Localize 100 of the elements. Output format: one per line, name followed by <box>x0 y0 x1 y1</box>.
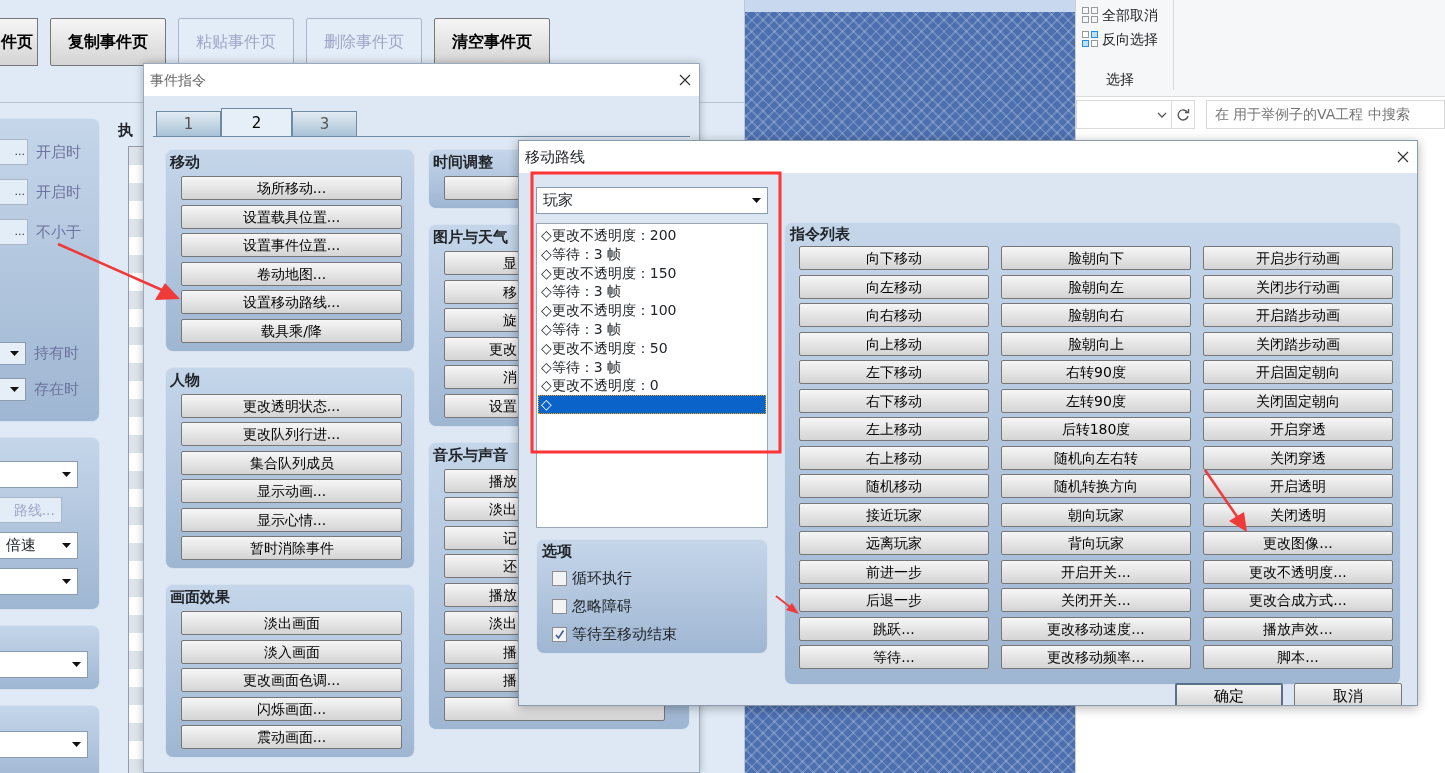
command-button[interactable]: 场所移动... <box>181 176 402 200</box>
command-button[interactable]: 还 <box>444 554 519 578</box>
route-item[interactable]: ◇ <box>538 395 766 414</box>
route-item[interactable]: ◇更改不透明度：150 <box>538 263 766 283</box>
command-button[interactable]: 播 <box>444 639 519 664</box>
command-button[interactable]: 脸朝向下 <box>1001 246 1191 270</box>
ok-button[interactable]: 确定 <box>1175 683 1283 705</box>
page-button[interactable]: 清空事件页 <box>434 18 550 66</box>
command-button[interactable]: 更改移动速度... <box>1001 616 1191 641</box>
ribbon-button[interactable]: 全部取消 <box>1102 4 1158 26</box>
command-button[interactable]: 开启固定朝向 <box>1203 360 1393 384</box>
command-button[interactable]: 开启步行动画 <box>1203 246 1393 270</box>
command-button[interactable]: 更改透明状态... <box>181 393 402 418</box>
command-button[interactable]: 更改移动频率... <box>1001 645 1191 669</box>
route-item[interactable]: ◇等待：3 帧 <box>538 282 766 302</box>
route-item[interactable]: ◇等待：3 帧 <box>538 357 766 377</box>
dropdown[interactable] <box>0 378 26 401</box>
ribbon-button[interactable]: 反向选择 <box>1102 28 1158 50</box>
command-button[interactable]: 闪烁画面... <box>181 696 402 721</box>
refresh-button[interactable] <box>1171 100 1195 129</box>
command-button[interactable]: 右转90度 <box>1001 360 1191 384</box>
command-button[interactable]: 向左移动 <box>799 274 989 299</box>
tab[interactable]: 3 <box>292 111 357 136</box>
command-button[interactable]: 朝向玩家 <box>1001 502 1191 527</box>
command-button[interactable]: 关闭固定朝向 <box>1203 388 1393 413</box>
command-button[interactable]: 向右移动 <box>799 303 989 327</box>
checkbox[interactable] <box>552 570 567 586</box>
command-button[interactable]: 淡出 <box>444 611 519 635</box>
command-button[interactable]: 关闭踏步动画 <box>1203 331 1393 356</box>
command-button[interactable]: 播放声效... <box>1203 616 1393 641</box>
command-button[interactable]: 后退一步 <box>799 588 989 612</box>
dropdown[interactable]: 倍速 <box>0 532 78 559</box>
command-button[interactable]: 开启踏步动画 <box>1203 303 1393 327</box>
command-button[interactable]: 等待... <box>799 645 989 669</box>
command-button[interactable]: 消 <box>444 365 519 389</box>
command-button[interactable]: 关闭开关... <box>1001 588 1191 612</box>
command-button[interactable]: 向下移动 <box>799 246 989 270</box>
dropdown[interactable] <box>0 342 26 365</box>
command-button[interactable]: 卷动地图... <box>181 261 402 286</box>
command-button[interactable]: 设置载具位置... <box>181 204 402 229</box>
command-button[interactable]: 设置事件位置... <box>181 233 402 257</box>
route-item[interactable]: ◇等待：3 帧 <box>538 320 766 339</box>
command-button[interactable]: 关闭透明 <box>1203 502 1393 527</box>
command-button[interactable]: 淡出 <box>444 497 519 521</box>
command-button[interactable]: 后转180度 <box>1001 417 1191 441</box>
tab[interactable]: 2 <box>221 108 292 136</box>
command-button[interactable]: 暂时消除事件 <box>181 536 402 560</box>
page-button[interactable]: 复制事件页 <box>50 18 166 66</box>
checkbox[interactable] <box>552 598 567 614</box>
command-button[interactable]: 更改 <box>444 336 519 361</box>
command-button[interactable]: 开启穿透 <box>1203 417 1393 441</box>
command-button[interactable]: 右下移动 <box>799 388 989 413</box>
command-button[interactable]: 更改图像... <box>1203 531 1393 555</box>
command-button[interactable]: 旋 <box>444 308 519 332</box>
command-button[interactable]: 关闭步行动画 <box>1203 274 1393 299</box>
command-button[interactable]: 更改画面色调... <box>181 668 402 692</box>
route-item[interactable]: ◇更改不透明度：200 <box>538 226 766 245</box>
command-button[interactable]: 载具乘/降 <box>181 318 402 343</box>
target-dropdown[interactable]: 玩家 <box>536 187 768 214</box>
checkbox[interactable] <box>552 626 567 642</box>
command-button[interactable]: 左下移动 <box>799 360 989 384</box>
tab[interactable]: 1 <box>156 111 221 136</box>
command-button[interactable]: 震动画面... <box>181 725 402 749</box>
command-button[interactable]: 右上移动 <box>799 445 989 470</box>
command-button[interactable]: 更改不透明度... <box>1203 559 1393 584</box>
command-button[interactable]: 随机移动 <box>799 474 989 498</box>
command-button[interactable]: 播放 <box>444 468 519 493</box>
command-button[interactable]: 记 <box>444 525 519 550</box>
command-button[interactable]: 背向玩家 <box>1001 531 1191 555</box>
command-button[interactable]: 关闭穿透 <box>1203 445 1393 470</box>
command-button[interactable]: 淡出画面 <box>181 611 402 635</box>
command-button[interactable]: 更改队列行进... <box>181 422 402 446</box>
command-button[interactable]: 集合队列成员 <box>181 450 402 475</box>
command-button[interactable]: 播 <box>444 668 519 692</box>
command-button[interactable]: 移 <box>444 279 519 304</box>
command-button[interactable]: 播放 <box>444 582 519 607</box>
command-button[interactable]: 前进一步 <box>799 559 989 584</box>
command-button[interactable]: 显示动画... <box>181 479 402 503</box>
command-button[interactable]: 开启开关... <box>1001 559 1191 584</box>
command-button[interactable]: 脚本... <box>1203 645 1393 669</box>
command-button[interactable]: 淡入画面 <box>181 639 402 664</box>
cancel-button[interactable]: 取消 <box>1294 683 1402 705</box>
command-button[interactable]: 左转90度 <box>1001 388 1191 413</box>
command-button[interactable]: 设置移动路线... <box>181 290 402 314</box>
command-button[interactable]: 脸朝向右 <box>1001 303 1191 327</box>
command-button[interactable]: 远离玩家 <box>799 531 989 555</box>
command-button[interactable]: 接近玩家 <box>799 502 989 527</box>
command-button[interactable]: 随机向左右转 <box>1001 445 1191 470</box>
command-button[interactable]: 显 <box>444 251 519 275</box>
command-button[interactable]: 跳跃... <box>799 616 989 641</box>
page-button[interactable]: 件页 <box>0 18 38 66</box>
route-item[interactable]: ◇等待：3 帧 <box>538 244 766 264</box>
command-button[interactable]: 向上移动 <box>799 331 989 356</box>
command-button[interactable]: 显示心情... <box>181 507 402 532</box>
address-field[interactable] <box>1076 100 1172 129</box>
command-button[interactable]: 脸朝向上 <box>1001 331 1191 356</box>
command-button[interactable]: 左上移动 <box>799 417 989 441</box>
command-button[interactable]: 设置 <box>444 393 519 418</box>
route-item[interactable]: ◇更改不透明度：50 <box>538 338 766 358</box>
command-button[interactable]: 随机转换方向 <box>1001 474 1191 498</box>
